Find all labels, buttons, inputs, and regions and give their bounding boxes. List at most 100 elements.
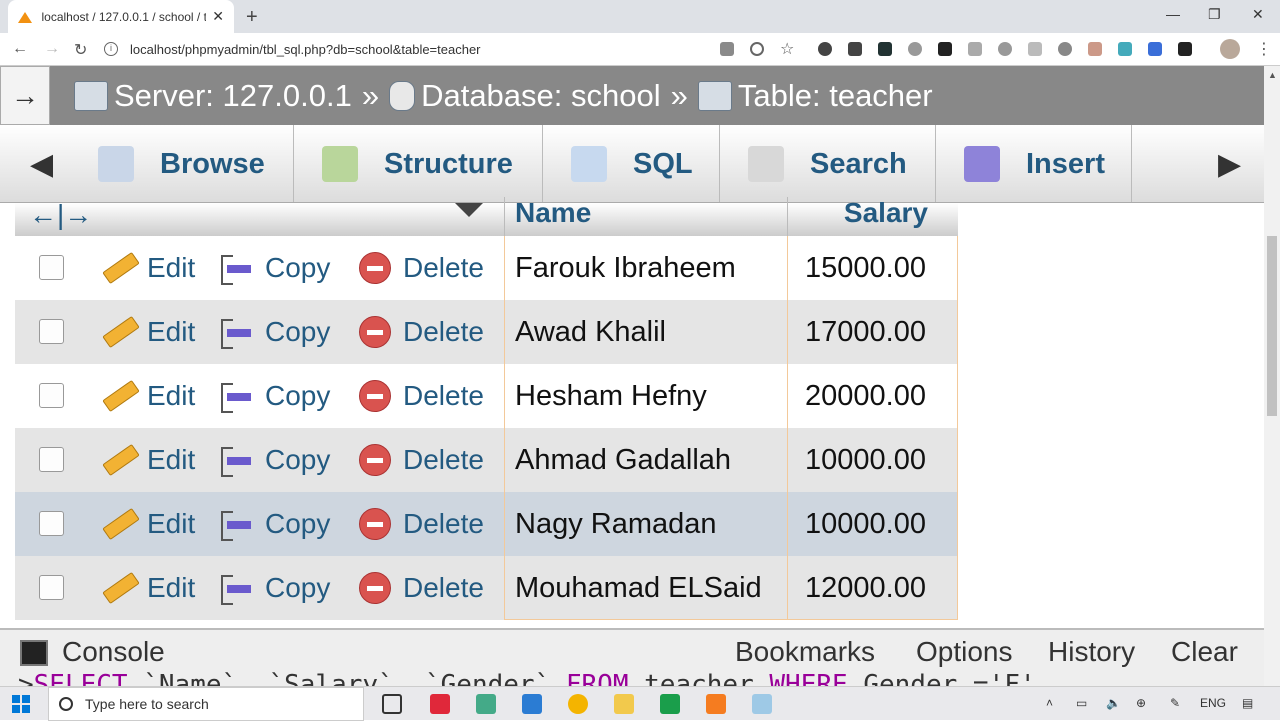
notification-icon[interactable]: ▤ (1242, 696, 1253, 710)
cell-salary[interactable]: 12000.00 (787, 556, 958, 620)
scrollbar-thumb[interactable] (1267, 236, 1277, 416)
tray-language[interactable]: ENG (1200, 696, 1226, 710)
copy-link[interactable]: Copy (221, 312, 330, 352)
window-close-icon[interactable]: ✕ (1252, 6, 1264, 23)
extension-9-icon[interactable] (1058, 42, 1072, 56)
page-scrollbar[interactable]: ▲ (1264, 66, 1280, 686)
console-history[interactable]: History (1048, 636, 1135, 668)
copy-link[interactable]: Copy (221, 248, 330, 288)
tab-structure[interactable]: Structure (294, 125, 543, 202)
column-expand-control[interactable]: ←|→ (29, 199, 92, 231)
cell-name[interactable]: Awad Khalil (504, 300, 787, 364)
extension-10-icon[interactable] (1088, 42, 1102, 56)
back-icon[interactable]: ← (12, 40, 28, 58)
extension-8-icon[interactable] (1028, 42, 1042, 56)
row-checkbox[interactable] (39, 255, 64, 280)
extension-2-icon[interactable] (848, 42, 862, 56)
column-header-name[interactable]: Name (504, 197, 787, 236)
delete-link[interactable]: Delete (359, 568, 484, 608)
tray-battery-icon[interactable]: ▭ (1076, 696, 1087, 710)
app-green-icon[interactable] (476, 694, 496, 714)
file-explorer-icon[interactable] (614, 694, 634, 714)
breadcrumb-table[interactable]: Table: teacher (738, 78, 933, 114)
cell-salary[interactable]: 17000.00 (787, 300, 958, 364)
copy-link[interactable]: Copy (221, 376, 330, 416)
copy-link[interactable]: Copy (221, 504, 330, 544)
restore-icon[interactable]: ❐ (1208, 6, 1221, 23)
breadcrumb-database[interactable]: Database: school (421, 78, 661, 114)
cell-name[interactable]: Nagy Ramadan (504, 492, 787, 556)
chrome-app-icon[interactable] (568, 694, 588, 714)
copy-link[interactable]: Copy (221, 568, 330, 608)
sort-dropdown-icon[interactable] (455, 203, 483, 217)
column-header-salary[interactable]: Salary (787, 197, 958, 236)
app-c-icon[interactable] (660, 694, 680, 714)
delete-link[interactable]: Delete (359, 376, 484, 416)
delete-link[interactable]: Delete (359, 248, 484, 288)
tab-close-icon[interactable]: ✕ (212, 8, 224, 25)
windows-start-icon[interactable] (12, 695, 30, 713)
console-bookmarks[interactable]: Bookmarks (735, 636, 875, 668)
xampp-app-icon[interactable] (706, 694, 726, 714)
minimize-icon[interactable]: — (1166, 6, 1180, 22)
navigation-toggle-button[interactable]: → (0, 66, 50, 125)
tab-search[interactable]: Search (720, 125, 936, 202)
console-options[interactable]: Options (916, 636, 1013, 668)
tab-sql[interactable]: SQL (543, 125, 720, 202)
cell-name[interactable]: Mouhamad ELSaid (504, 556, 787, 620)
site-info-icon[interactable]: i (104, 42, 118, 56)
cell-name[interactable]: Farouk Ibraheem (504, 236, 787, 300)
tray-overflow-icon[interactable]: ˄ (1046, 696, 1053, 710)
scroll-up-icon[interactable]: ▲ (1268, 70, 1277, 80)
taskbar-search-field[interactable]: Type here to search (48, 687, 364, 721)
console-clear[interactable]: Clear (1171, 636, 1238, 668)
tab-insert[interactable]: Insert (936, 125, 1132, 202)
browser-menu-icon[interactable]: ⋮ (1256, 39, 1272, 59)
download-icon[interactable] (1148, 42, 1162, 56)
browser-tab[interactable]: localhost / 127.0.0.1 / school / te ✕ (8, 0, 234, 33)
extension-3-icon[interactable] (878, 42, 892, 56)
translate-icon[interactable] (720, 42, 734, 56)
edit-link[interactable]: Edit (102, 248, 195, 288)
cell-name[interactable]: Ahmad Gadallah (504, 428, 787, 492)
new-tab-icon[interactable]: + (246, 6, 258, 29)
mail-app-icon[interactable] (522, 694, 542, 714)
menu-scroll-right-icon[interactable]: ▶ (1218, 147, 1241, 182)
tray-volume-icon[interactable]: 🔈 (1106, 696, 1121, 710)
vivaldi-app-icon[interactable] (430, 694, 450, 714)
console-toggle[interactable]: Console (62, 636, 165, 668)
edit-link[interactable]: Edit (102, 568, 195, 608)
bookmark-star-icon[interactable]: ☆ (780, 39, 794, 59)
tab-export-partial[interactable] (1132, 125, 1182, 202)
url-field[interactable]: i localhost/phpmyadmin/tbl_sql.php?db=sc… (104, 37, 804, 61)
breadcrumb-server[interactable]: Server: 127.0.0.1 (114, 78, 352, 114)
extension-7-icon[interactable] (998, 42, 1012, 56)
cell-name[interactable]: Hesham Hefny (504, 364, 787, 428)
row-checkbox[interactable] (39, 511, 64, 536)
extension-5-icon[interactable] (938, 42, 952, 56)
menu-scroll-left-icon[interactable]: ◀ (30, 147, 53, 182)
extension-1-icon[interactable] (818, 42, 832, 56)
edit-link[interactable]: Edit (102, 504, 195, 544)
delete-link[interactable]: Delete (359, 312, 484, 352)
extension-11-icon[interactable] (1118, 42, 1132, 56)
row-checkbox[interactable] (39, 383, 64, 408)
copy-link[interactable]: Copy (221, 440, 330, 480)
cell-salary[interactable]: 10000.00 (787, 492, 958, 556)
edit-link[interactable]: Edit (102, 312, 195, 352)
tray-pen-icon[interactable]: ✎ (1170, 696, 1180, 710)
zoom-icon[interactable] (750, 42, 764, 56)
row-checkbox[interactable] (39, 575, 64, 600)
tray-network-icon[interactable]: ⊕ (1136, 696, 1146, 710)
extension-13-icon[interactable] (1178, 42, 1192, 56)
tab-browse[interactable]: Browse (70, 125, 294, 202)
delete-link[interactable]: Delete (359, 440, 484, 480)
forward-icon[interactable]: → (44, 40, 60, 58)
edit-link[interactable]: Edit (102, 440, 195, 480)
row-checkbox[interactable] (39, 447, 64, 472)
app-blue-icon[interactable] (752, 694, 772, 714)
cell-salary[interactable]: 20000.00 (787, 364, 958, 428)
row-checkbox[interactable] (39, 319, 64, 344)
extension-4-icon[interactable] (908, 42, 922, 56)
cell-salary[interactable]: 10000.00 (787, 428, 958, 492)
